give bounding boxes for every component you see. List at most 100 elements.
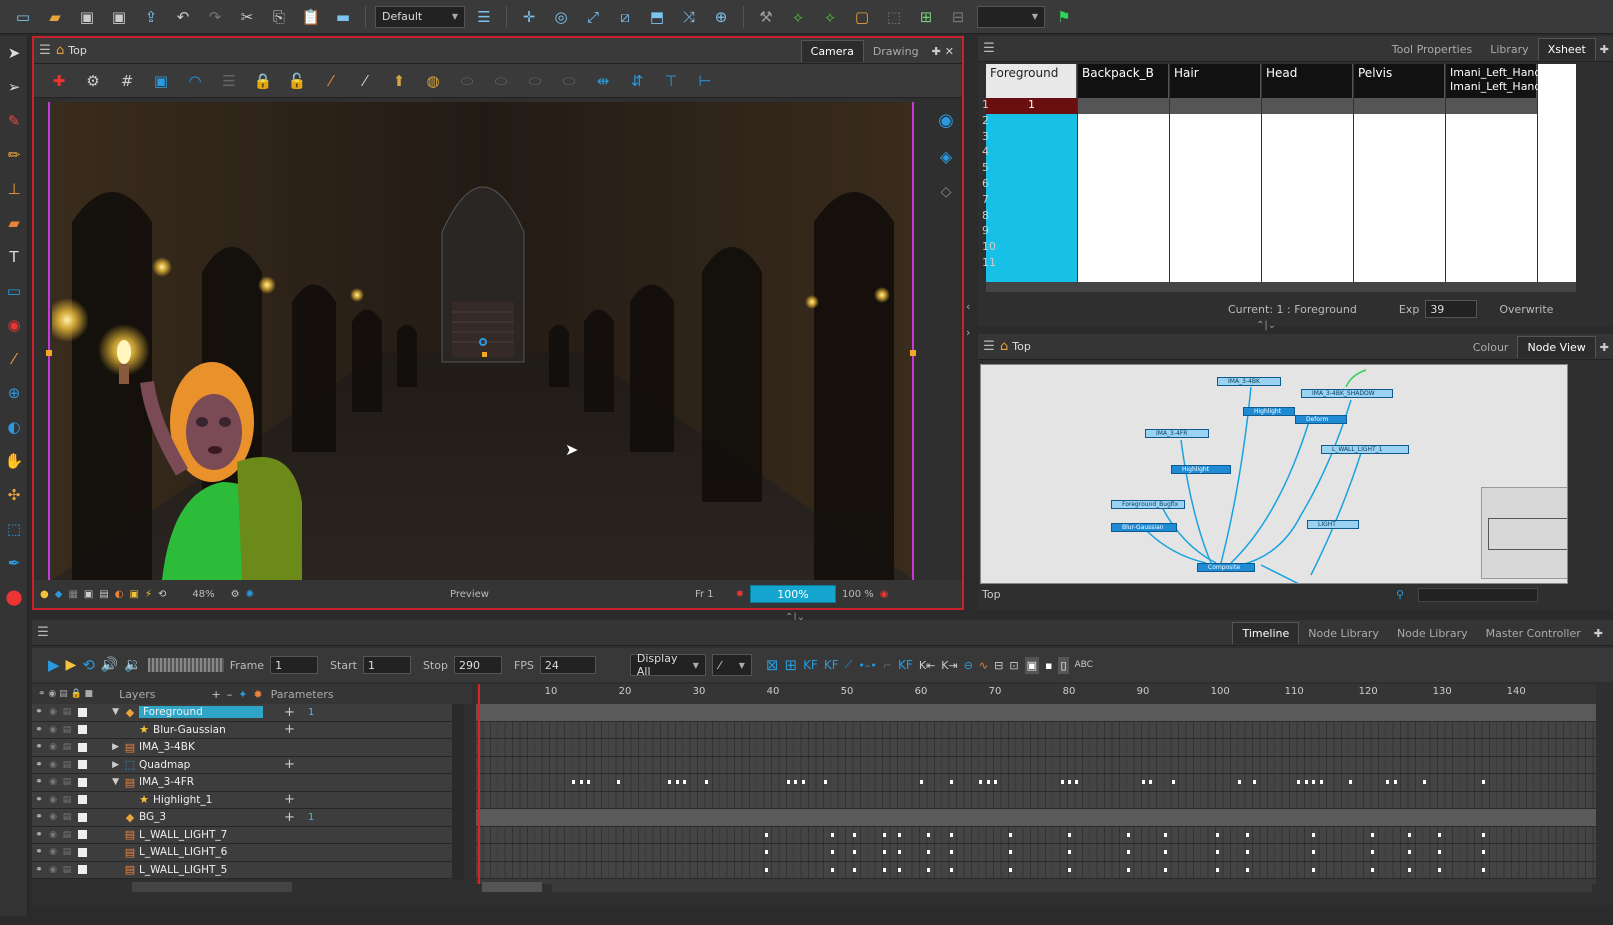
onion-skin-icon[interactable]: ◠: [180, 67, 210, 95]
node[interactable]: Blur-Gaussian: [1111, 523, 1177, 532]
layer-color-swatch[interactable]: [78, 725, 87, 735]
tab-master-controller[interactable]: Master Controller: [1477, 623, 1590, 644]
expand-arrow-icon[interactable]: ▶: [93, 742, 119, 752]
layer-name[interactable]: L_WALL_LIGHT_7: [139, 829, 227, 841]
lock-layer-icon[interactable]: ▤: [60, 777, 74, 787]
column-header[interactable]: Backpack_B: [1078, 64, 1169, 98]
onion-skin-toggle-icon[interactable]: ⊖: [964, 659, 973, 672]
keyframe-marker[interactable]: [1245, 850, 1249, 854]
rigging-icon[interactable]: ✣: [0, 478, 28, 512]
mask-icon[interactable]: ◐: [115, 589, 124, 600]
align-top-icon[interactable]: ⊤: [656, 67, 686, 95]
add-keyframe-icon[interactable]: KF: [803, 658, 818, 672]
link-icon[interactable]: ⚭: [32, 760, 46, 770]
lock-layer-icon[interactable]: ▤: [60, 760, 74, 770]
visibility-icon[interactable]: ◉: [46, 830, 60, 840]
xsheet-column[interactable]: Head: [1262, 64, 1354, 282]
pivot-point-icon[interactable]: [479, 338, 487, 346]
keyframe-marker[interactable]: [1312, 850, 1316, 854]
selected-cell[interactable]: 1: [986, 98, 1077, 114]
visibility-icon[interactable]: ◉: [46, 847, 60, 857]
add-layer-plus-icon[interactable]: +: [211, 688, 220, 701]
keyframe-marker[interactable]: [764, 832, 768, 837]
settings-icon[interactable]: ⚙: [231, 589, 240, 600]
show-thumbnail-icon[interactable]: ▣: [1024, 656, 1039, 674]
layer-stack-2-icon[interactable]: ⬭: [554, 67, 584, 95]
zoom-level[interactable]: 48%: [192, 589, 214, 600]
layer-name[interactable]: IMA_3-4BK: [139, 741, 195, 753]
layer-color-swatch[interactable]: [78, 865, 87, 875]
keyframe-marker[interactable]: [1008, 850, 1012, 854]
pivot-icon[interactable]: ⊕: [708, 5, 734, 29]
keyframe-marker[interactable]: [927, 832, 931, 837]
link-icon[interactable]: ⚭: [32, 847, 46, 857]
column-header[interactable]: Foreground: [986, 64, 1077, 98]
keyframe-marker[interactable]: [994, 780, 997, 784]
overwrite-label[interactable]: Overwrite: [1499, 303, 1553, 316]
lock-layer-icon[interactable]: ▤: [60, 847, 74, 857]
keyframe-marker[interactable]: [1068, 867, 1071, 872]
flip-horizontal-icon[interactable]: ⇹: [588, 67, 618, 95]
layer-stack-icon[interactable]: ⬭: [520, 67, 550, 95]
node-canvas[interactable]: IMA_3-4BK IMA_3-4BK_SHADOW Highlight Def…: [980, 364, 1568, 584]
light-table-icon[interactable]: ☰: [214, 67, 244, 95]
layer-color-swatch[interactable]: [78, 830, 87, 840]
keyframe-marker[interactable]: [1068, 780, 1071, 784]
frame-row[interactable]: [476, 809, 1596, 827]
node[interactable]: Deform: [1295, 415, 1347, 424]
interpolation-select[interactable]: ⁄ ▼: [711, 654, 752, 676]
keyframe-marker[interactable]: [801, 780, 805, 784]
keyframe-marker[interactable]: [579, 780, 583, 784]
add-view-icon[interactable]: ✚: [1600, 341, 1609, 354]
layer-name[interactable]: Blur-Gaussian: [153, 724, 226, 736]
visibility-icon[interactable]: ◉: [46, 742, 60, 752]
play-icon[interactable]: ▶: [48, 656, 60, 674]
keyframe-marker[interactable]: [1216, 832, 1219, 837]
layer-color-swatch[interactable]: [78, 760, 87, 770]
node[interactable]: Composite: [1197, 563, 1255, 572]
layer-outline-icon[interactable]: ◇: [930, 174, 962, 210]
keyframe-marker[interactable]: [1008, 867, 1012, 872]
onion-icon[interactable]: ◆: [55, 589, 63, 600]
lightning-icon[interactable]: ⚡: [145, 589, 152, 600]
keyframe-marker[interactable]: [920, 780, 923, 784]
envelope-icon[interactable]: ▢: [849, 5, 875, 29]
stamp-icon[interactable]: ⊥: [0, 172, 28, 206]
layer-name[interactable]: Foreground: [139, 706, 263, 719]
bulb-icon[interactable]: ●: [40, 589, 49, 600]
keyframe-marker[interactable]: [897, 867, 901, 872]
layer-row[interactable]: ⚭ ◉ ▤ ◆ BG_3 +1: [32, 809, 452, 827]
keyframe-marker[interactable]: [683, 780, 687, 784]
collapse-layers-icon[interactable]: ⊠: [766, 656, 779, 674]
keyframe-mode-icon[interactable]: KF: [898, 658, 913, 672]
keyframe-marker[interactable]: [1371, 867, 1375, 872]
keyframe-marker[interactable]: [705, 780, 709, 784]
keyframe-marker[interactable]: [1060, 780, 1064, 784]
horizontal-scrollbar[interactable]: [986, 282, 1576, 292]
grid-icon[interactable]: #: [112, 67, 142, 95]
tab-xsheet[interactable]: Xsheet: [1537, 38, 1596, 60]
layer-color-swatch[interactable]: [78, 847, 87, 857]
layer-horizontal-scrollbar[interactable]: [132, 882, 292, 892]
ruler-tool-icon[interactable]: ⁄: [350, 67, 380, 95]
loop-icon[interactable]: ⟲: [82, 656, 95, 674]
navigator-viewport[interactable]: [1488, 518, 1567, 550]
keyframe-marker[interactable]: [883, 832, 886, 837]
menu-icon[interactable]: ☰: [32, 625, 54, 640]
timeline-frames[interactable]: 10 20 30 40 50 60 70 80 90 100 110 120 130 140: [476, 684, 1596, 884]
keyframe-marker[interactable]: [1482, 832, 1486, 837]
transform-icon[interactable]: ✛: [516, 5, 542, 29]
record-icon[interactable]: ⬤: [0, 580, 28, 614]
close-icon[interactable]: ✕: [945, 45, 954, 58]
previous-keyframe-icon[interactable]: K⇤: [919, 659, 935, 672]
free-bone-icon[interactable]: ⊟: [945, 5, 971, 29]
keyframe-marker[interactable]: [1349, 780, 1353, 784]
lock-layer-icon[interactable]: ▤: [60, 742, 74, 752]
layer-name[interactable]: BG_3: [139, 811, 166, 823]
tab-tool-properties[interactable]: Tool Properties: [1383, 39, 1481, 60]
tab-library[interactable]: Library: [1481, 39, 1537, 60]
node[interactable]: L_WALL_LIGHT_1: [1321, 445, 1409, 454]
node[interactable]: IMA_3-4BK_SHADOW: [1301, 389, 1393, 398]
navigator-minimap[interactable]: [1481, 487, 1567, 579]
frame-ruler[interactable]: 10 20 30 40 50 60 70 80 90 100 110 120 130 140: [476, 684, 1596, 704]
